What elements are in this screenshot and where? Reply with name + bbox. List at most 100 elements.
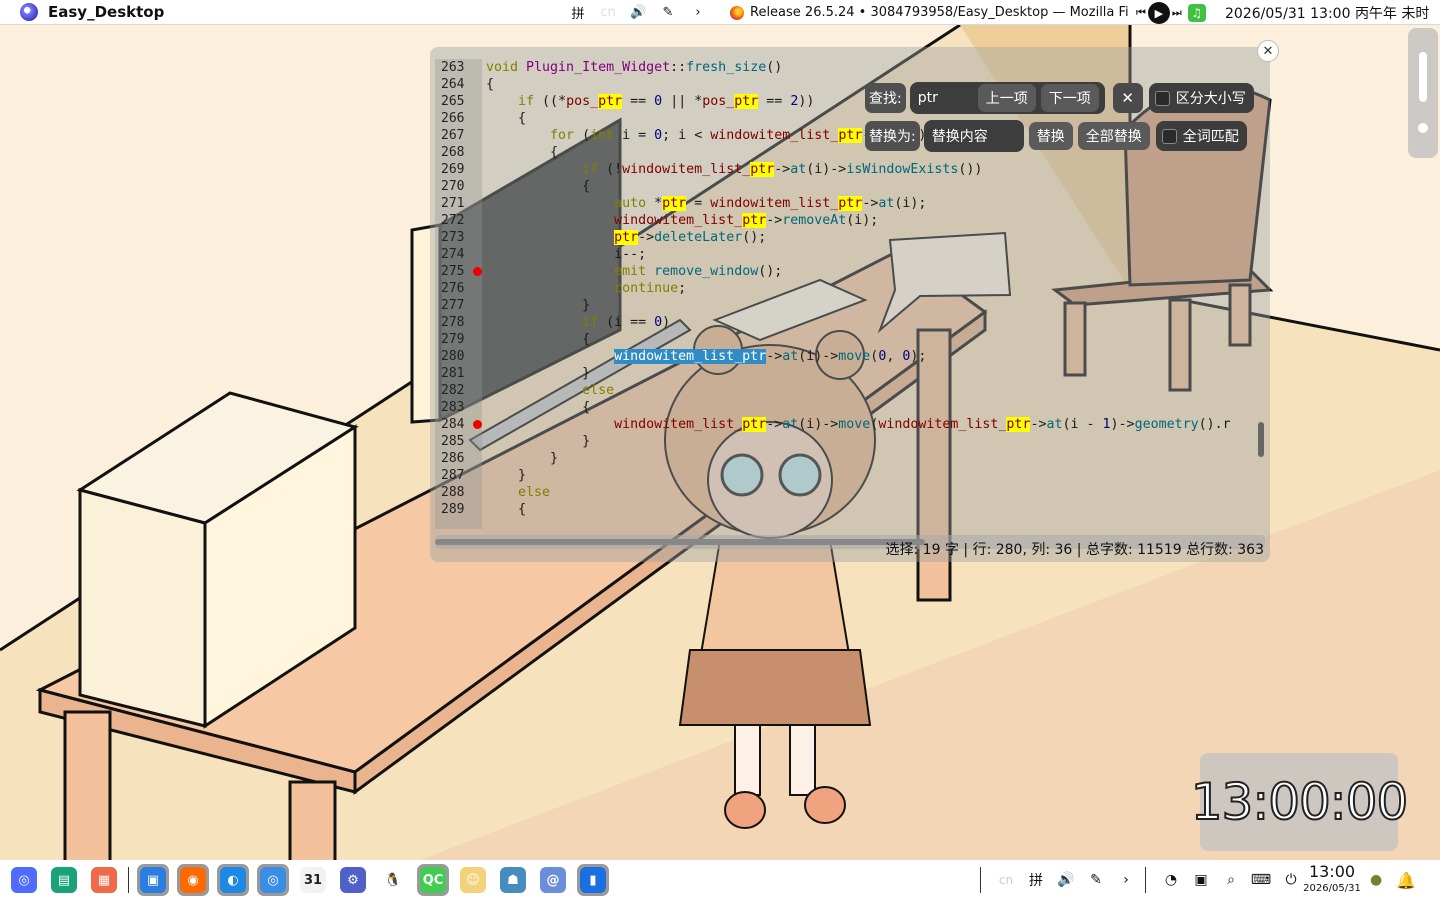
- code-line[interactable]: }: [486, 365, 1261, 382]
- code-line[interactable]: {: [486, 331, 1261, 348]
- focused-window-title[interactable]: Release 26.5.24 • 3084793958/Easy_Deskto…: [730, 0, 1128, 25]
- line-number[interactable]: 278: [435, 314, 482, 331]
- line-number[interactable]: 280: [435, 348, 482, 365]
- code-line[interactable]: }: [486, 433, 1261, 450]
- vertical-scrollbar[interactable]: [1258, 422, 1264, 457]
- line-number[interactable]: 266: [435, 110, 482, 127]
- music-app-icon[interactable]: ♫: [1187, 4, 1206, 22]
- terminal-icon[interactable]: ▤: [48, 864, 80, 896]
- checkbox-box[interactable]: [1154, 90, 1170, 106]
- line-number[interactable]: 275: [435, 263, 482, 280]
- code-line[interactable]: windowitem_list_ptr->at(i)->move(0, 0);: [486, 348, 1261, 365]
- search-icon[interactable]: ⌕: [1220, 872, 1242, 888]
- play-icon[interactable]: ▶: [1147, 2, 1170, 24]
- line-number[interactable]: 269: [435, 161, 482, 178]
- line-number[interactable]: 273: [435, 229, 482, 246]
- cn-label[interactable]: cn: [995, 873, 1017, 887]
- pen-icon[interactable]: ✎: [1085, 872, 1107, 888]
- firefox-icon[interactable]: ◉: [177, 864, 209, 896]
- code-line[interactable]: windowitem_list_ptr->removeAt(i);: [486, 212, 1261, 229]
- line-number[interactable]: 271: [435, 195, 482, 212]
- line-number[interactable]: 286: [435, 450, 482, 467]
- checkbox-box[interactable]: [1161, 128, 1177, 144]
- line-number[interactable]: 279: [435, 331, 482, 348]
- code-line[interactable]: if (!windowitem_list_ptr->at(i)->isWindo…: [486, 161, 1261, 178]
- code-line[interactable]: continue;: [486, 280, 1261, 297]
- line-number[interactable]: 265: [435, 93, 482, 110]
- keyboard-icon[interactable]: ⌨: [1250, 872, 1272, 888]
- ime-icon[interactable]: 拼: [570, 3, 586, 22]
- replace-button[interactable]: 替换: [1028, 122, 1073, 150]
- scrollbar-thumb[interactable]: [435, 539, 925, 545]
- qt-creator-icon[interactable]: QC: [417, 864, 449, 896]
- side-widget-dot[interactable]: [1418, 123, 1428, 133]
- line-number[interactable]: 288: [435, 484, 482, 501]
- line-number[interactable]: 289: [435, 501, 482, 518]
- volume-icon[interactable]: 🔊: [630, 5, 646, 20]
- dock-clock[interactable]: 13:00 2026/05/31: [1302, 862, 1362, 896]
- launcher-icon[interactable]: ◎: [8, 864, 40, 896]
- line-number[interactable]: 264: [435, 76, 482, 93]
- plugin-icon[interactable]: ●: [1370, 872, 1382, 888]
- power-icon[interactable]: ⏻: [1280, 872, 1302, 888]
- notification-bell-icon[interactable]: 🔔: [1396, 871, 1416, 890]
- calendar-icon[interactable]: 31: [297, 864, 329, 896]
- cn-label[interactable]: cn: [600, 5, 616, 20]
- code-line[interactable]: {: [486, 501, 1261, 518]
- code-line[interactable]: }: [486, 450, 1261, 467]
- line-number[interactable]: 272: [435, 212, 482, 229]
- clock-widget[interactable]: 13:00:00: [1190, 753, 1409, 851]
- code-line[interactable]: void Plugin_Item_Widget::fresh_size(): [486, 59, 1261, 76]
- godot-icon[interactable]: ☗: [497, 864, 529, 896]
- apps-grid-icon[interactable]: ▦: [88, 864, 120, 896]
- ime-icon[interactable]: 拼: [1025, 870, 1047, 890]
- case-sensitive-checkbox[interactable]: 区分大小写: [1148, 83, 1254, 113]
- side-widget-handle[interactable]: [1419, 52, 1427, 102]
- swirl-icon[interactable]: @: [537, 864, 569, 896]
- line-number[interactable]: 263: [435, 59, 482, 76]
- code-line[interactable]: windowitem_list_ptr->at(i)->move(windowi…: [486, 416, 1261, 433]
- screenshot-icon[interactable]: ▣: [1190, 872, 1212, 888]
- find-input[interactable]: ptr 上一项 下一项: [909, 82, 1105, 114]
- browser-icon[interactable]: ◐: [217, 864, 249, 896]
- pen-icon[interactable]: ✎: [660, 5, 676, 20]
- side-widget[interactable]: [1408, 28, 1438, 158]
- breakpoint-icon[interactable]: [473, 420, 482, 429]
- find-next-button[interactable]: 下一项: [1040, 84, 1099, 112]
- line-number[interactable]: 284: [435, 416, 482, 433]
- chevron-right-icon[interactable]: ›: [1115, 872, 1137, 888]
- code-line[interactable]: {: [486, 178, 1261, 195]
- monitor-icon[interactable]: ◔: [1160, 872, 1182, 888]
- line-number[interactable]: 277: [435, 297, 482, 314]
- file-manager-icon[interactable]: ▣: [137, 864, 169, 896]
- topbar-clock[interactable]: 2026/05/31 13:00 丙午年 未时: [1225, 0, 1429, 25]
- code-line[interactable]: emit remove_window();: [486, 263, 1261, 280]
- replace-input[interactable]: 替换内容: [923, 120, 1024, 152]
- line-number[interactable]: 285: [435, 433, 482, 450]
- code-line[interactable]: i--;: [486, 246, 1261, 263]
- code-line[interactable]: }: [486, 467, 1261, 484]
- deepin-icon[interactable]: ◎: [257, 864, 289, 896]
- line-number[interactable]: 268: [435, 144, 482, 161]
- line-number-gutter[interactable]: 263 264 265 266 267 268 269 270 271 272 273 274 275 2…: [435, 59, 482, 529]
- code-line[interactable]: {: [486, 399, 1261, 416]
- settings-icon[interactable]: ⚙: [337, 864, 369, 896]
- code-line[interactable]: auto *ptr = windowitem_list_ptr->at(i);: [486, 195, 1261, 212]
- code-line[interactable]: else: [486, 484, 1261, 501]
- code-line[interactable]: else: [486, 382, 1261, 399]
- replace-all-button[interactable]: 全部替换: [1077, 122, 1150, 150]
- line-number[interactable]: 276: [435, 280, 482, 297]
- previous-track-icon[interactable]: ⏮: [1136, 6, 1146, 20]
- line-number[interactable]: 270: [435, 178, 482, 195]
- line-number[interactable]: 274: [435, 246, 482, 263]
- mascot-icon[interactable]: ☺: [457, 864, 489, 896]
- chevron-right-icon[interactable]: ›: [690, 5, 706, 20]
- volume-icon[interactable]: 🔊: [1055, 872, 1077, 888]
- line-number[interactable]: 287: [435, 467, 482, 484]
- code-line[interactable]: ptr->deleteLater();: [486, 229, 1261, 246]
- breakpoint-icon[interactable]: [473, 267, 482, 276]
- line-number[interactable]: 267: [435, 127, 482, 144]
- chat-icon[interactable]: ▮: [577, 864, 609, 896]
- line-number[interactable]: 281: [435, 365, 482, 382]
- code-line[interactable]: if (i == 0): [486, 314, 1261, 331]
